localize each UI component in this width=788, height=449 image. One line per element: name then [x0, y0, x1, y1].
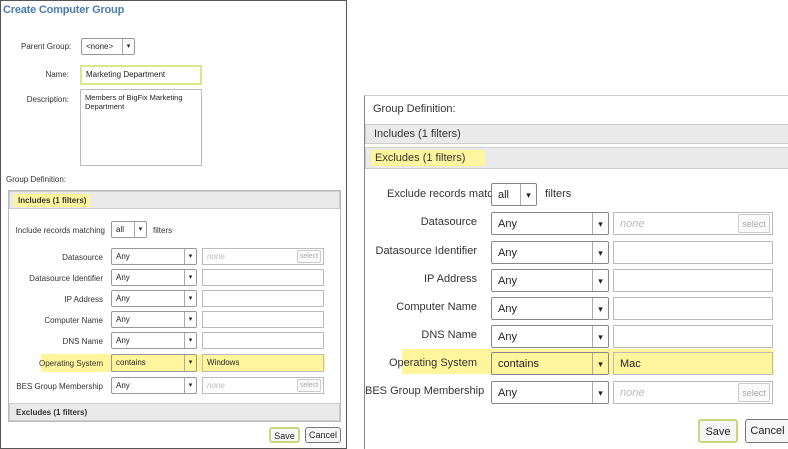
filter-label-datasource-identifier: Datasource Identifier — [375, 245, 478, 257]
includes-tab-bar[interactable]: Includes (1 filters) — [365, 124, 788, 144]
chevron-down-icon: ▾ — [520, 184, 536, 205]
chevron-down-icon: ▾ — [592, 213, 608, 234]
filter-op-bes-group-membership[interactable]: Any ▾ — [491, 381, 609, 404]
tab-includes[interactable]: Includes (1 filters) — [14, 194, 91, 207]
filter-op-datasource[interactable]: Any ▾ — [111, 248, 197, 265]
filter-label-datasource-identifier: Datasource Identifier — [29, 274, 103, 283]
filter-op-datasource-identifier[interactable]: Any ▾ — [111, 269, 197, 286]
include-matching-dropdown[interactable]: all ▾ — [111, 221, 147, 238]
dialog-title: Create Computer Group — [3, 4, 125, 16]
excludes-tab-bar[interactable]: Excludes (1 filters) — [365, 147, 788, 169]
includes-tab-bar[interactable]: Includes (1 filters) — [9, 191, 340, 209]
filter-op-operating-system[interactable]: contains ▾ — [111, 354, 197, 372]
filter-value-dns-name[interactable] — [613, 325, 773, 348]
group-definition-zoomed: Group Definition: Includes (1 filters) E… — [364, 95, 788, 449]
chevron-down-icon: ▾ — [184, 249, 196, 264]
select-button-bes-group[interactable]: select — [297, 379, 321, 392]
exclude-matching-dropdown[interactable]: all ▾ — [491, 183, 537, 206]
name-label: Name: — [45, 70, 69, 79]
filter-value-dns-name[interactable] — [202, 332, 324, 349]
select-button-datasource[interactable]: select — [738, 214, 770, 233]
chevron-down-icon: ▾ — [184, 270, 196, 285]
filter-op-dns-name[interactable]: Any ▾ — [491, 325, 609, 348]
parent-group-label: Parent Group: — [21, 42, 72, 51]
tab-excludes[interactable]: Excludes (1 filters) — [371, 150, 485, 166]
chevron-down-icon: ▾ — [184, 312, 196, 327]
select-button-bes-group[interactable]: select — [738, 383, 770, 402]
filter-op-bes-group-membership[interactable]: Any ▾ — [111, 377, 197, 394]
create-computer-group-dialog: Create Computer Group Parent Group: <non… — [0, 0, 347, 449]
filter-value-computer-name[interactable] — [613, 297, 773, 320]
cancel-button[interactable]: Cancel — [745, 419, 788, 443]
group-definition-label: Group Definition: — [373, 103, 456, 115]
save-button[interactable]: Save — [698, 419, 738, 443]
filter-value-datasource-identifier[interactable] — [613, 241, 773, 264]
tab-includes[interactable]: Includes (1 filters) — [374, 128, 461, 140]
filter-value-datasource-identifier[interactable] — [202, 269, 324, 286]
filter-value-operating-system[interactable]: Mac — [613, 352, 773, 375]
description-label: Description: — [26, 95, 69, 104]
include-matching-label: Include records matching — [15, 226, 105, 235]
chevron-down-icon: ▾ — [592, 242, 608, 263]
filter-value-ip-address[interactable] — [202, 290, 324, 307]
filter-label-datasource: Datasource — [62, 253, 103, 262]
cancel-button[interactable]: Cancel — [305, 427, 341, 443]
filter-label-datasource: Datasource — [420, 216, 477, 228]
filter-op-computer-name[interactable]: Any ▾ — [491, 297, 609, 320]
filter-op-datasource[interactable]: Any ▾ — [491, 212, 609, 235]
filter-label-operating-system: Operating System — [38, 359, 103, 368]
filter-op-operating-system[interactable]: contains ▾ — [491, 352, 609, 375]
filter-label-bes-group-membership: BES Group Membership — [365, 385, 485, 397]
chevron-down-icon: ▾ — [592, 298, 608, 319]
filter-label-dns-name: DNS Name — [421, 329, 477, 341]
filter-op-datasource-identifier[interactable]: Any ▾ — [491, 241, 609, 264]
chevron-down-icon: ▾ — [592, 382, 608, 403]
group-definition-label: Group Definition: — [6, 175, 67, 184]
filter-value-computer-name[interactable] — [202, 311, 324, 328]
filter-value-ip-address[interactable] — [613, 269, 773, 292]
filter-op-dns-name[interactable]: Any ▾ — [111, 332, 197, 349]
filter-label-computer-name: Computer Name — [396, 301, 477, 313]
excludes-tab-bar[interactable]: Excludes (1 filters) — [9, 403, 340, 421]
save-button[interactable]: Save — [269, 427, 300, 443]
filter-label-ip-address: IP Address — [64, 295, 103, 304]
chevron-down-icon: ▾ — [184, 291, 196, 306]
chevron-down-icon: ▾ — [592, 270, 608, 291]
filters-label: filters — [545, 188, 572, 200]
filter-label-ip-address: IP Address — [424, 273, 477, 285]
chevron-down-icon: ▾ — [184, 378, 196, 393]
chevron-down-icon: ▾ — [184, 333, 196, 348]
description-textarea[interactable]: Members of BigFix Marketing Department — [80, 89, 202, 166]
chevron-down-icon: ▾ — [592, 353, 608, 374]
name-field[interactable]: Marketing Department — [80, 65, 202, 85]
filter-label-bes-group-membership: BES Group Membership — [16, 382, 103, 391]
filters-label: filters — [153, 226, 173, 235]
filter-value-operating-system[interactable]: Windows — [202, 354, 324, 372]
select-button-datasource[interactable]: select — [297, 250, 321, 263]
chevron-down-icon: ▾ — [122, 39, 134, 54]
chevron-down-icon: ▾ — [184, 355, 196, 371]
filter-op-computer-name[interactable]: Any ▾ — [111, 311, 197, 328]
filter-op-ip-address[interactable]: Any ▾ — [111, 290, 197, 307]
filter-op-ip-address[interactable]: Any ▾ — [491, 269, 609, 292]
filter-label-operating-system: Operating System — [388, 357, 477, 369]
filter-label-computer-name: Computer Name — [44, 316, 103, 325]
filter-label-dns-name: DNS Name — [62, 337, 103, 346]
chevron-down-icon: ▾ — [592, 326, 608, 347]
parent-group-dropdown[interactable]: <none> ▾ — [81, 38, 135, 55]
chevron-down-icon: ▾ — [134, 222, 146, 237]
tab-excludes[interactable]: Excludes (1 filters) — [16, 408, 87, 417]
